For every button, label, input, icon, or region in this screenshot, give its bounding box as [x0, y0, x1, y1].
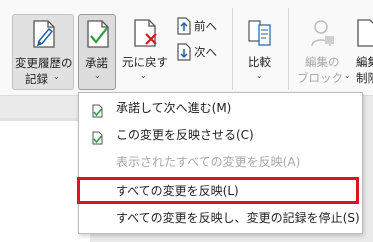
reject-button[interactable]: 元に戻す ⌄: [120, 14, 170, 90]
menu-item-label: 表示されたすべての変更を反映(A): [116, 155, 301, 169]
next-label: 次へ: [194, 45, 217, 59]
menu-item-label: 承諾して次へ進む(M): [116, 101, 232, 115]
group-separator: [288, 8, 289, 90]
menu-item-accept-and-move-next[interactable]: 承諾して次へ進む(M): [79, 95, 362, 122]
chevron-down-icon: ⌄: [140, 71, 147, 80]
compare-label: 比較: [248, 55, 271, 69]
accept-icon: [85, 19, 111, 49]
block-authors-label-line1: 編集の: [305, 55, 340, 69]
restrict-editing-button[interactable]: 編集 制限: [354, 14, 373, 90]
compare-button[interactable]: 比較 ⌄: [240, 14, 280, 90]
menu-item-accept-all-shown[interactable]: 表示されたすべての変更を反映(A): [79, 149, 362, 176]
chevron-down-icon: ⌄: [94, 71, 101, 80]
document-lock-icon: [356, 18, 373, 48]
track-changes-label-line1: 変更履歴の: [15, 56, 73, 70]
next-icon: [176, 43, 192, 61]
document-page[interactable]: [0, 121, 90, 242]
previous-icon: [176, 17, 192, 35]
track-changes-button[interactable]: 変更履歴の 記録 ⌄: [12, 14, 74, 90]
reject-icon: [132, 18, 160, 48]
group-separator: [232, 8, 233, 90]
reject-label: 元に戻す: [122, 55, 168, 69]
accept-change-icon: [91, 128, 105, 145]
chevron-down-icon: ⌄: [53, 72, 60, 81]
restrict-editing-label-line2: 制限: [356, 71, 373, 85]
menu-item-accept-all-and-stop-tracking[interactable]: すべての変更を反映し、変更の記録を停止(S): [79, 205, 362, 232]
previous-change-button[interactable]: 前へ: [174, 16, 224, 36]
person-lock-icon: [310, 18, 336, 48]
track-changes-label-line2: 記録: [25, 72, 48, 86]
block-authors-button[interactable]: 編集の ブロック ⌄: [294, 14, 352, 90]
restrict-editing-label-line1: 編集: [356, 55, 373, 69]
track-changes-icon: [31, 19, 57, 49]
menu-item-label: すべての変更を反映し、変更の記録を停止(S): [116, 211, 360, 225]
accept-button[interactable]: 承諾 ⌄: [78, 14, 116, 90]
accept-and-next-icon: [91, 101, 105, 118]
menu-item-label: この変更を反映させる(C): [116, 128, 254, 142]
previous-label: 前へ: [194, 19, 217, 33]
chevron-down-icon: ⌄: [344, 71, 351, 80]
next-change-button[interactable]: 次へ: [174, 42, 224, 62]
menu-item-accept-all-changes[interactable]: すべての変更を反映(L): [79, 178, 362, 205]
accept-label: 承諾: [85, 56, 108, 70]
accept-dropdown-menu: 承諾して次へ進む(M) この変更を反映させる(C) 表示されたすべての変更を反映…: [78, 92, 363, 234]
compare-icon: [247, 18, 273, 48]
chevron-down-icon: ⌄: [256, 71, 263, 80]
menu-item-label: すべての変更を反映(L): [116, 184, 239, 198]
block-authors-label-line2: ブロック: [297, 71, 343, 85]
menu-item-accept-this-change[interactable]: この変更を反映させる(C): [79, 122, 362, 149]
